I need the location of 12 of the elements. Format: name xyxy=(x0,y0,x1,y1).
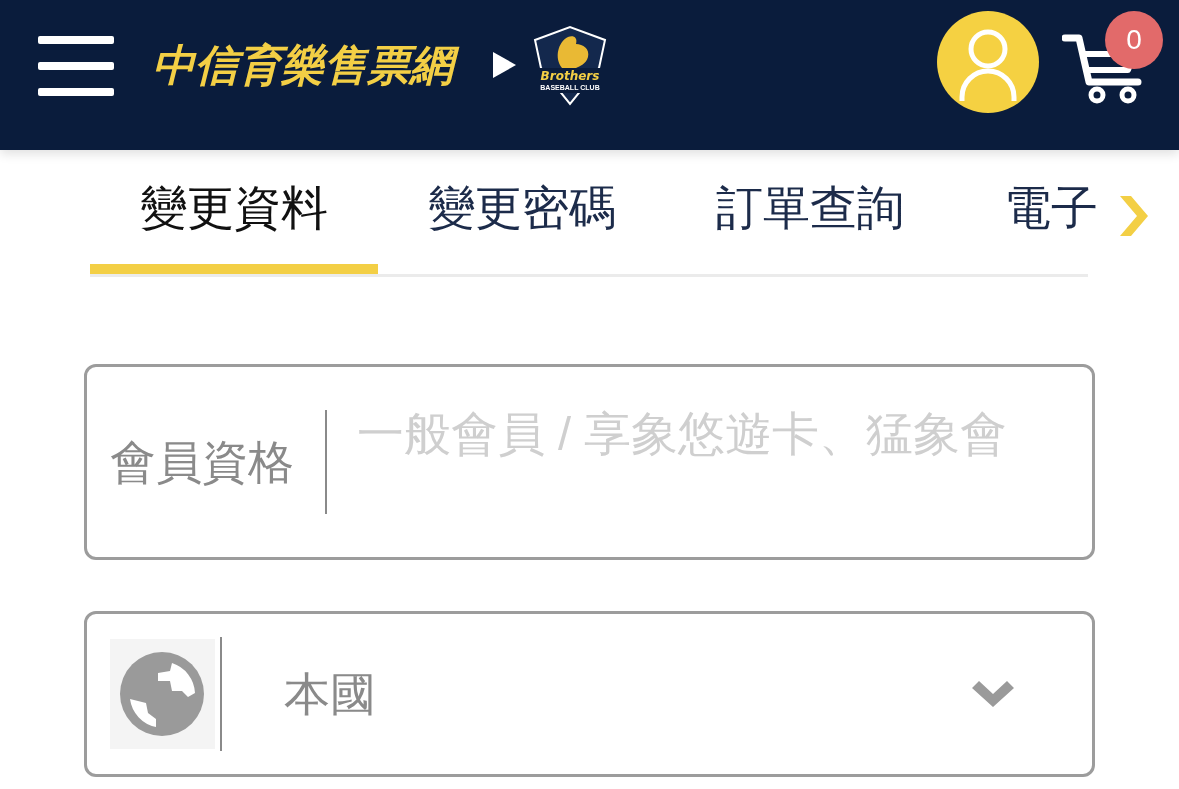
tab[interactable]: 訂單查詢 xyxy=(666,150,954,274)
cart-count-badge: 0 xyxy=(1105,11,1163,69)
tab[interactable]: 變更密碼 xyxy=(378,150,666,274)
menu-icon[interactable] xyxy=(38,36,114,96)
account-icon[interactable] xyxy=(937,11,1039,113)
triangle-icon xyxy=(493,52,516,78)
field-label: 會員資格 xyxy=(110,439,294,485)
site-title[interactable]: 中信育樂售票網 xyxy=(150,36,463,96)
tab[interactable]: 電子 xyxy=(954,150,1106,274)
globe-icon xyxy=(110,639,215,749)
tab[interactable]: 變更資料 xyxy=(90,150,378,274)
chevron-down-icon xyxy=(972,681,1014,707)
